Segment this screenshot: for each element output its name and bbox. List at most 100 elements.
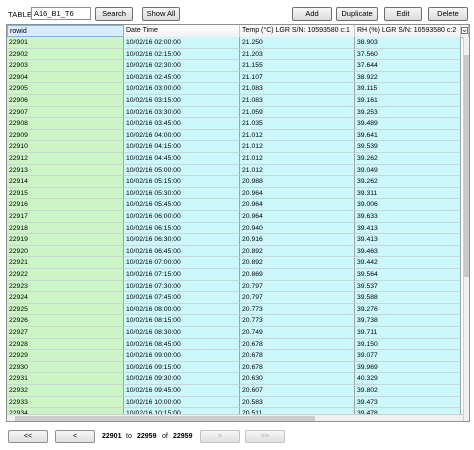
column-header-date-time[interactable]: Date Time (124, 25, 240, 37)
cell-date-time[interactable]: 10/02/16 04:45:00 (124, 153, 240, 165)
cell-rowid[interactable]: 22926 (7, 315, 124, 327)
cell-rowid[interactable]: 22908 (7, 118, 124, 130)
cell-date-time[interactable]: 10/02/16 07:30:00 (124, 280, 240, 293)
cell-rh[interactable]: 39.006 (355, 199, 461, 211)
cell-temp[interactable]: 20.678 (240, 361, 355, 374)
table-row[interactable]: 22919 10/02/16 06:30:00 20.916 39.413 (7, 234, 469, 246)
cell-temp[interactable]: 20.940 (240, 222, 355, 235)
cell-rowid[interactable]: 22907 (7, 106, 124, 119)
cell-rh[interactable]: 39.150 (355, 338, 461, 351)
table-row[interactable]: 22927 10/02/16 08:30:00 20.749 39.711 (7, 327, 469, 339)
cell-rowid[interactable]: 22927 (7, 327, 124, 339)
cell-rowid[interactable]: 22920 (7, 245, 124, 258)
cell-date-time[interactable]: 10/02/16 02:15:00 (124, 48, 240, 61)
cell-rh[interactable]: 39.641 (355, 129, 461, 142)
cell-rowid[interactable]: 22901 (7, 37, 124, 49)
horizontal-scroll-thumb[interactable] (15, 416, 315, 421)
cell-rowid[interactable]: 22902 (7, 48, 124, 61)
cell-date-time[interactable]: 10/02/16 03:15:00 (124, 95, 240, 107)
table-row[interactable]: 22904 10/02/16 02:45:00 21.107 38.922 (7, 71, 469, 84)
cell-temp[interactable]: 21.012 (240, 129, 355, 142)
show-all-button[interactable]: Show All (142, 7, 180, 21)
table-row[interactable]: 22902 10/02/16 02:15:00 21.203 37.560 (7, 48, 469, 61)
cell-rowid[interactable]: 22921 (7, 257, 124, 269)
cell-temp[interactable]: 20.869 (240, 269, 355, 281)
duplicate-button[interactable]: Duplicate (336, 7, 378, 21)
cell-rh[interactable]: 39.711 (355, 327, 461, 339)
cell-temp[interactable]: 20.678 (240, 350, 355, 362)
cell-date-time[interactable]: 10/02/16 02:30:00 (124, 60, 240, 72)
cell-rh[interactable]: 39.276 (355, 303, 461, 316)
cell-rh[interactable]: 39.463 (355, 245, 461, 258)
cell-date-time[interactable]: 10/02/16 07:45:00 (124, 292, 240, 304)
next-page-button[interactable]: > (200, 430, 240, 443)
cell-rowid[interactable]: 22909 (7, 129, 124, 142)
previous-page-button[interactable]: < (55, 430, 95, 443)
cell-date-time[interactable]: 10/02/16 03:45:00 (124, 118, 240, 130)
cell-rh[interactable]: 39.738 (355, 315, 461, 327)
table-row[interactable]: 22924 10/02/16 07:45:00 20.797 39.588 (7, 292, 469, 304)
cell-rh[interactable]: 39.537 (355, 280, 461, 293)
horizontal-scrollbar[interactable] (7, 414, 463, 421)
table-row[interactable]: 22913 10/02/16 05:00:00 21.012 39.049 (7, 164, 469, 177)
cell-rowid[interactable]: 22903 (7, 60, 124, 72)
cell-rowid[interactable]: 22919 (7, 234, 124, 246)
cell-date-time[interactable]: 10/02/16 10:00:00 (124, 396, 240, 409)
table-row[interactable]: 22920 10/02/16 06:45:00 20.892 39.463 (7, 245, 469, 258)
table-row[interactable]: 22933 10/02/16 10:00:00 20.583 39.473 (7, 396, 469, 409)
cell-date-time[interactable]: 10/02/16 05:45:00 (124, 199, 240, 211)
cell-temp[interactable]: 21.035 (240, 118, 355, 130)
cell-rh[interactable]: 39.969 (355, 361, 461, 374)
table-name-input[interactable]: A16_B1_T6 (31, 7, 91, 20)
cell-rowid[interactable]: 22904 (7, 71, 124, 84)
cell-temp[interactable]: 21.012 (240, 164, 355, 177)
cell-date-time[interactable]: 10/02/16 06:15:00 (124, 222, 240, 235)
cell-rh[interactable]: 39.077 (355, 350, 461, 362)
column-header-rowid[interactable]: rowid (7, 25, 124, 37)
cell-temp[interactable]: 20.988 (240, 176, 355, 188)
cell-rowid[interactable]: 22923 (7, 280, 124, 293)
cell-date-time[interactable]: 10/02/16 07:00:00 (124, 257, 240, 269)
edit-button[interactable]: Edit (384, 7, 422, 21)
cell-date-time[interactable]: 10/02/16 05:00:00 (124, 164, 240, 177)
cell-date-time[interactable]: 10/02/16 04:15:00 (124, 141, 240, 153)
cell-temp[interactable]: 20.773 (240, 303, 355, 316)
cell-temp[interactable]: 20.964 (240, 211, 355, 223)
cell-rh[interactable]: 38.922 (355, 71, 461, 84)
last-page-button[interactable]: >> (245, 430, 285, 443)
cell-date-time[interactable]: 10/02/16 04:00:00 (124, 129, 240, 142)
cell-temp[interactable]: 20.964 (240, 187, 355, 200)
table-row[interactable]: 22914 10/02/16 05:15:00 20.988 39.262 (7, 176, 469, 188)
search-button[interactable]: Search (95, 7, 133, 21)
table-row[interactable]: 22907 10/02/16 03:30:00 21.059 39.253 (7, 106, 469, 119)
table-row[interactable]: 22908 10/02/16 03:45:00 21.035 39.489 (7, 118, 469, 130)
cell-temp[interactable]: 20.583 (240, 396, 355, 409)
column-header-rh[interactable]: RH (%) LGR S/N: 10593580 c:2 (355, 25, 461, 37)
cell-temp[interactable]: 20.916 (240, 234, 355, 246)
cell-date-time[interactable]: 10/02/16 08:30:00 (124, 327, 240, 339)
table-row[interactable]: 22910 10/02/16 04:15:00 21.012 39.539 (7, 141, 469, 153)
cell-rh[interactable]: 39.262 (355, 176, 461, 188)
cell-date-time[interactable]: 10/02/16 08:45:00 (124, 338, 240, 351)
cell-rowid[interactable]: 22929 (7, 350, 124, 362)
vertical-scroll-thumb[interactable] (464, 55, 469, 277)
cell-temp[interactable]: 20.678 (240, 338, 355, 351)
cell-temp[interactable]: 20.892 (240, 257, 355, 269)
table-row[interactable]: 22906 10/02/16 03:15:00 21.083 39.161 (7, 95, 469, 107)
cell-rowid[interactable]: 22928 (7, 338, 124, 351)
cell-date-time[interactable]: 10/02/16 08:15:00 (124, 315, 240, 327)
cell-temp[interactable]: 21.012 (240, 153, 355, 165)
table-row[interactable]: 22925 10/02/16 08:00:00 20.773 39.276 (7, 303, 469, 316)
table-row[interactable]: 22916 10/02/16 05:45:00 20.964 39.006 (7, 199, 469, 211)
cell-temp[interactable]: 20.749 (240, 327, 355, 339)
cell-date-time[interactable]: 10/02/16 09:30:00 (124, 373, 240, 385)
cell-rowid[interactable]: 22910 (7, 141, 124, 153)
cell-rowid[interactable]: 22924 (7, 292, 124, 304)
table-row[interactable]: 22918 10/02/16 06:15:00 20.940 39.413 (7, 222, 469, 235)
cell-temp[interactable]: 21.250 (240, 37, 355, 49)
cell-date-time[interactable]: 10/02/16 09:00:00 (124, 350, 240, 362)
add-button[interactable]: Add (292, 7, 332, 21)
cell-date-time[interactable]: 10/02/16 03:00:00 (124, 83, 240, 95)
cell-rowid[interactable]: 22917 (7, 211, 124, 223)
table-row[interactable]: 22903 10/02/16 02:30:00 21.155 37.644 (7, 60, 469, 72)
